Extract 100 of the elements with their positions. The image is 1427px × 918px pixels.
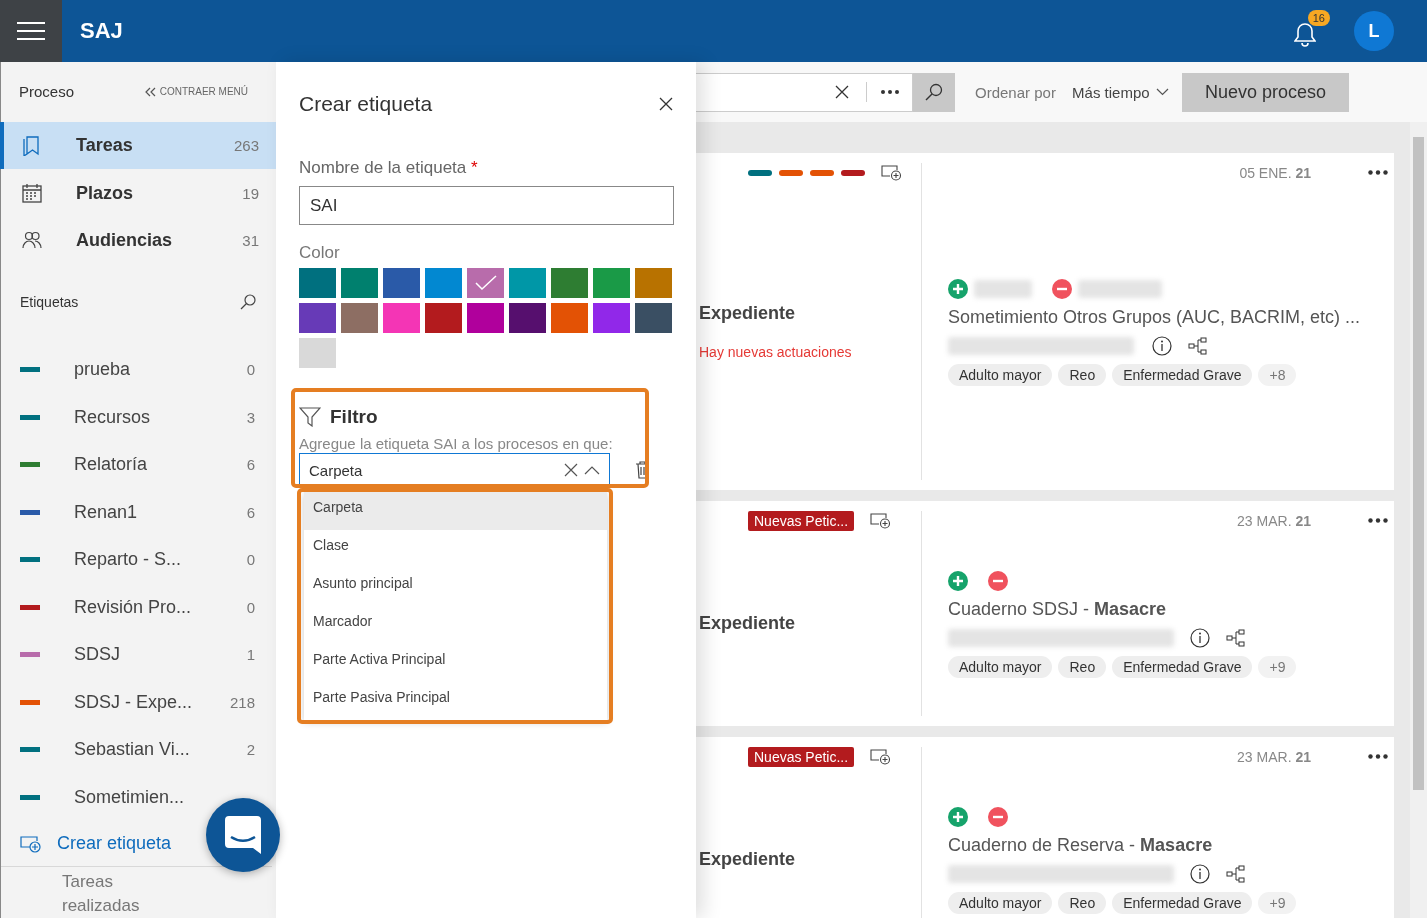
- color-swatch[interactable]: [425, 303, 462, 333]
- menu-button[interactable]: [0, 0, 62, 62]
- dropdown-option[interactable]: Clase: [304, 530, 607, 568]
- more-tags-chip[interactable]: +9: [1258, 891, 1297, 914]
- check-icon: [474, 275, 497, 291]
- minus-circle-icon[interactable]: [988, 806, 1008, 827]
- more-tags-chip[interactable]: +8: [1258, 363, 1297, 386]
- menu-icon: [17, 21, 45, 41]
- plus-circle-icon[interactable]: [948, 806, 968, 827]
- color-swatch[interactable]: [341, 268, 378, 298]
- dialog-title: Crear etiqueta: [299, 92, 433, 116]
- required-mark: *: [471, 158, 478, 177]
- color-label: Color: [299, 243, 341, 263]
- tag-chip: Reo: [1058, 655, 1107, 678]
- completed-tasks-link[interactable]: Tareas realizadas: [62, 870, 152, 918]
- minus-circle-icon[interactable]: [1052, 278, 1072, 299]
- clear-icon[interactable]: [564, 463, 578, 477]
- color-swatch[interactable]: [467, 303, 504, 333]
- status-badge: Nuevas Petic...: [748, 510, 855, 531]
- color-swatch[interactable]: [593, 268, 630, 298]
- plus-circle-icon[interactable]: [948, 278, 968, 299]
- notification-badge: 16: [1307, 10, 1330, 26]
- dropdown-option[interactable]: Asunto principal: [304, 568, 607, 606]
- color-swatch[interactable]: [299, 303, 336, 333]
- color-swatch[interactable]: [467, 268, 504, 298]
- tag-chip: Enfermedad Grave: [1112, 655, 1253, 678]
- color-swatch[interactable]: [551, 303, 588, 333]
- color-swatch[interactable]: [551, 268, 588, 298]
- search-icon: [925, 83, 943, 101]
- more-icon[interactable]: [1368, 754, 1388, 759]
- dropdown-option[interactable]: Marcador: [304, 606, 607, 644]
- more-tags-chip[interactable]: +9: [1258, 655, 1297, 678]
- color-swatch[interactable]: [299, 338, 336, 368]
- color-swatch[interactable]: [635, 303, 672, 333]
- more-icon[interactable]: [1368, 170, 1388, 175]
- color-swatch[interactable]: [383, 268, 420, 298]
- label-item[interactable]: Sebastian Vi... 2: [1, 726, 276, 774]
- label-item[interactable]: Recursos 3: [1, 393, 276, 442]
- tag-chip: Enfermedad Grave: [1112, 891, 1253, 914]
- field-label: Nombre de la etiqueta: [299, 158, 467, 177]
- dropdown-option[interactable]: Parte Pasiva Principal: [304, 682, 607, 720]
- user-avatar[interactable]: L: [1354, 11, 1394, 51]
- search-icon[interactable]: [240, 294, 256, 311]
- filter-hint: Agregue la etiqueta SAI a los procesos en que:: [299, 435, 614, 452]
- label-item[interactable]: Revisión Pro... 0: [1, 583, 276, 632]
- bookmarks-icon: [22, 135, 42, 156]
- info-icon[interactable]: [1152, 335, 1172, 356]
- name-field[interactable]: SAI: [299, 186, 674, 225]
- sort-dropdown[interactable]: Ordenar por Más tiempo: [975, 83, 1169, 101]
- plus-circle-icon[interactable]: [948, 570, 968, 591]
- process-title[interactable]: Sometimiento Otros Grupos (AUC, BACRIM, etc) ...: [948, 306, 1388, 328]
- color-swatch[interactable]: [509, 303, 546, 333]
- close-icon[interactable]: [658, 96, 674, 112]
- notifications-button[interactable]: 16: [1294, 10, 1330, 52]
- create-label-link[interactable]: Crear etiqueta: [1, 821, 176, 866]
- info-icon[interactable]: [1190, 627, 1210, 648]
- nav-item[interactable]: Plazos 19: [0, 169, 276, 217]
- color-swatch[interactable]: [299, 268, 336, 298]
- label-item[interactable]: Reparto - S... 0: [1, 536, 276, 584]
- more-icon[interactable]: [1368, 518, 1388, 523]
- label-item[interactable]: SDSJ 1: [1, 631, 276, 679]
- nav-item[interactable]: Audiencias 31: [0, 216, 276, 265]
- filter-select[interactable]: Carpeta: [299, 453, 610, 487]
- color-swatch[interactable]: [509, 268, 546, 298]
- color-swatch[interactable]: [341, 303, 378, 333]
- dropdown-option[interactable]: Parte Activa Principal: [304, 644, 607, 682]
- color-swatch[interactable]: [635, 268, 672, 298]
- more-icon[interactable]: [881, 90, 899, 94]
- label-item[interactable]: prueba 0: [1, 346, 276, 394]
- labels-heading: Etiquetas: [20, 294, 79, 311]
- color-swatch[interactable]: [593, 303, 630, 333]
- new-process-button[interactable]: Nuevo proceso: [1182, 72, 1349, 112]
- color-swatch[interactable]: [425, 268, 462, 298]
- clear-icon[interactable]: [835, 85, 849, 99]
- tag-chip: Adulto mayor: [948, 655, 1053, 678]
- hierarchy-icon[interactable]: [1226, 628, 1246, 647]
- hierarchy-icon[interactable]: [1226, 864, 1246, 883]
- calendar-icon: [22, 183, 42, 203]
- add-label-icon[interactable]: [881, 164, 902, 181]
- label-item[interactable]: Relatoría 6: [1, 441, 276, 489]
- process-title[interactable]: Cuaderno de Reserva - Masacre: [948, 834, 1388, 856]
- color-swatch[interactable]: [383, 303, 420, 333]
- hierarchy-icon[interactable]: [1188, 336, 1208, 355]
- app-title: SAJ: [80, 18, 123, 44]
- tag-chip: Enfermedad Grave: [1112, 363, 1253, 386]
- scrollbar[interactable]: [1410, 122, 1427, 918]
- info-icon[interactable]: [1190, 863, 1210, 884]
- add-label-icon[interactable]: [870, 748, 892, 765]
- collapse-menu-button[interactable]: CONTRAER MENÚ: [144, 86, 248, 98]
- search-button[interactable]: [913, 72, 955, 112]
- label-item[interactable]: SDSJ - Expe... 218: [1, 678, 276, 727]
- add-label-icon[interactable]: [870, 512, 892, 529]
- minus-circle-icon[interactable]: [988, 570, 1008, 591]
- label-item[interactable]: Sometimien...: [1, 773, 189, 822]
- status-badge: Nuevas Petic...: [748, 746, 855, 767]
- process-title[interactable]: Cuaderno SDSJ - Masacre: [948, 598, 1388, 620]
- search-field[interactable]: [696, 72, 913, 112]
- nav-item[interactable]: Tareas 263: [0, 121, 276, 170]
- label-item[interactable]: Renan1 6: [1, 488, 276, 537]
- dropdown-option[interactable]: Carpeta: [304, 492, 607, 530]
